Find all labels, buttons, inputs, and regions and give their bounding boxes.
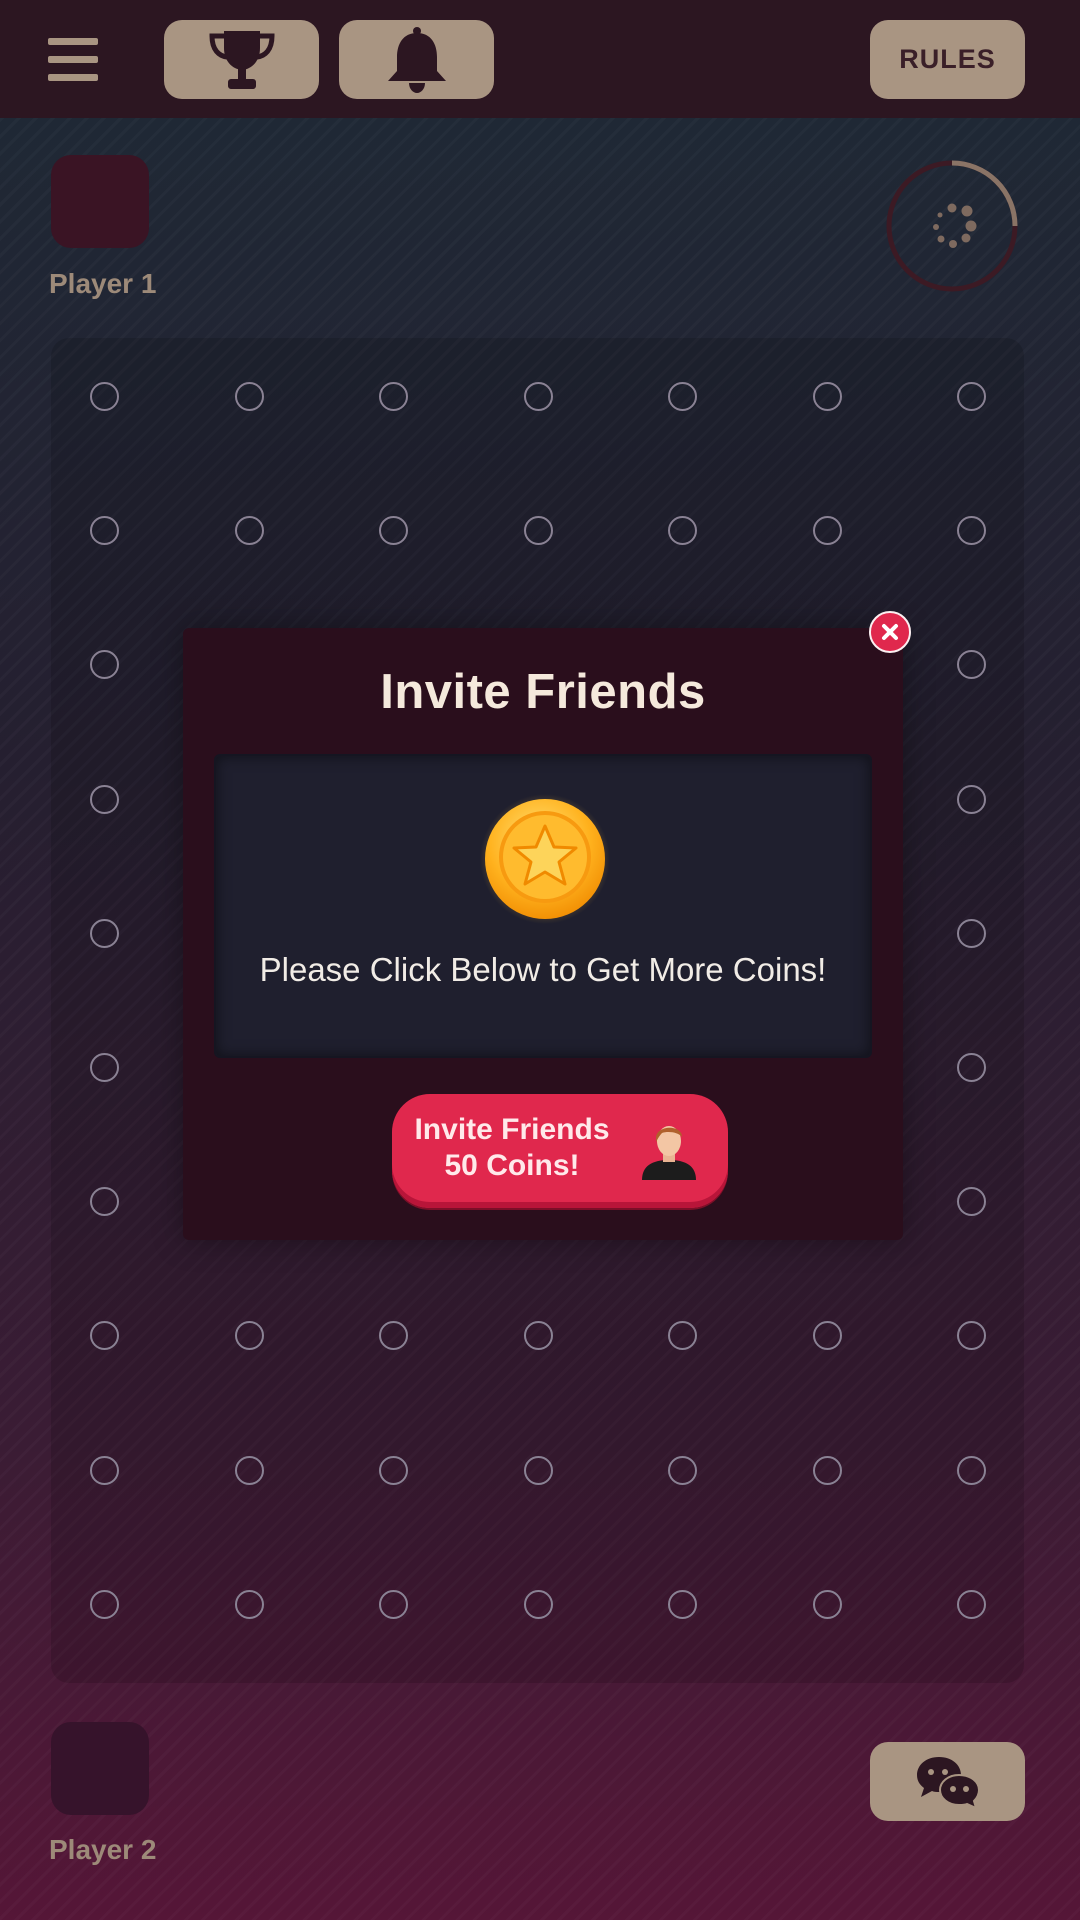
board-dot[interactable] [523, 516, 553, 546]
board-dot[interactable] [90, 650, 119, 680]
top-bar: RULES [0, 0, 1080, 118]
board-dot[interactable] [812, 1455, 842, 1485]
board-dot[interactable] [234, 1321, 264, 1351]
bell-icon [387, 26, 446, 93]
board-dot[interactable] [523, 1321, 553, 1351]
board-dot[interactable] [234, 382, 264, 411]
board-dot[interactable] [957, 1589, 986, 1619]
board-dot[interactable] [379, 1589, 408, 1619]
chat-button[interactable] [870, 1742, 1025, 1821]
board-dot[interactable] [957, 918, 986, 948]
board-dot[interactable] [523, 1455, 553, 1485]
board-dot[interactable] [812, 1321, 842, 1351]
board-dot[interactable] [379, 516, 408, 546]
notifications-button[interactable] [339, 20, 494, 99]
board-dot[interactable] [234, 1589, 264, 1619]
board-dot[interactable] [90, 1187, 119, 1217]
board-dot[interactable] [668, 382, 697, 411]
board-dot[interactable] [957, 1187, 986, 1217]
board-dot[interactable] [812, 1589, 842, 1619]
invite-friends-modal: Invite Friends Please Click Below to Get… [183, 628, 903, 1240]
board-dot[interactable] [90, 1589, 119, 1619]
person-avatar-icon [642, 1126, 696, 1180]
gold-star-coin-icon [480, 794, 610, 924]
board-dot[interactable] [234, 1455, 264, 1485]
board-dot[interactable] [379, 382, 408, 411]
close-x-icon [882, 624, 898, 640]
loading-spinner-icon [933, 203, 977, 248]
board-dot[interactable] [668, 1589, 697, 1619]
board-dot[interactable] [90, 382, 119, 411]
board-dot[interactable] [90, 1321, 119, 1351]
board-dot[interactable] [957, 516, 986, 546]
hamburger-menu-icon [48, 38, 98, 45]
leaderboard-button[interactable] [164, 20, 319, 99]
board-dot[interactable] [957, 382, 986, 411]
player1-avatar [51, 155, 149, 248]
board-dot[interactable] [957, 1455, 986, 1485]
board-dot[interactable] [668, 1321, 697, 1351]
turn-timer [886, 160, 1018, 292]
rules-button[interactable]: RULES [870, 20, 1025, 99]
menu-button[interactable] [48, 38, 98, 82]
board-dot[interactable] [957, 784, 986, 814]
modal-message: Please Click Below to Get More Coins! [259, 951, 827, 988]
rules-button-label: RULES [899, 44, 996, 74]
modal-title: Invite Friends [380, 665, 706, 719]
board-dot[interactable] [234, 516, 264, 546]
board-dot[interactable] [668, 516, 697, 546]
player1-name: Player 1 [49, 268, 157, 299]
board-dot[interactable] [90, 784, 119, 814]
board-dot[interactable] [523, 1589, 553, 1619]
invite-button-line2: 50 Coins! [444, 1149, 580, 1182]
board-dot[interactable] [379, 1455, 408, 1485]
invite-button-line1: Invite Friends [414, 1113, 610, 1146]
board-dot[interactable] [90, 1053, 119, 1082]
board-dot[interactable] [379, 1321, 408, 1351]
chat-bubbles-icon [916, 1756, 980, 1809]
board-dot[interactable] [957, 650, 986, 680]
board-dot[interactable] [957, 1053, 986, 1082]
board-dot[interactable] [90, 1455, 119, 1485]
board-dot[interactable] [90, 516, 119, 546]
modal-close-button[interactable] [869, 611, 911, 653]
board-dot[interactable] [812, 516, 842, 546]
board-dot[interactable] [957, 1321, 986, 1351]
player2-avatar [51, 1722, 149, 1815]
trophy-icon [208, 30, 275, 89]
board-dot[interactable] [523, 382, 553, 411]
invite-friends-button[interactable]: Invite Friends 50 Coins! [392, 1094, 728, 1208]
reward-panel: Please Click Below to Get More Coins! [214, 754, 872, 1058]
board-dot[interactable] [90, 918, 119, 948]
player2-name: Player 2 [49, 1834, 157, 1865]
board-dot[interactable] [668, 1455, 697, 1485]
board-dot[interactable] [812, 382, 842, 411]
